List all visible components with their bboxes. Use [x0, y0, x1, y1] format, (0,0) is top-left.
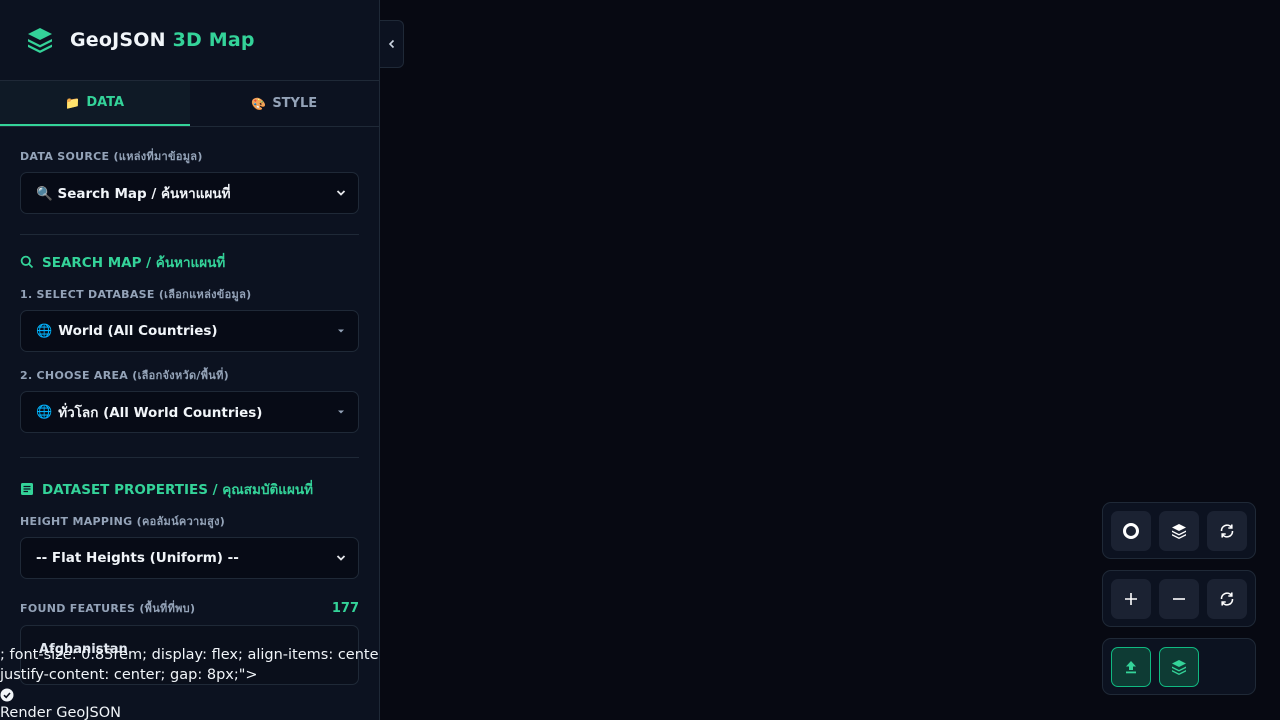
layers-icon — [1172, 523, 1186, 539]
dataset-section-title: DATASET PROPERTIES / คุณสมบัติแผนที่ — [20, 478, 359, 500]
palette-icon: 🎨 — [251, 96, 267, 111]
sidebar: GeoJSON 3D Map 📁 DATA 🎨 STYLE DATA SOURC… — [0, 0, 380, 720]
found-features-label: FOUND FEATURES (พื้นที่ที่พบ) — [20, 602, 196, 615]
collapse-sidebar-button[interactable] — [380, 20, 404, 68]
data-panel: DATA SOURCE (แหล่งที่มาข้อมูล) 🔍 Search … — [0, 127, 379, 685]
search-section-title: SEARCH MAP / ค้นหาแผนที่ — [20, 251, 359, 273]
layers-icon — [1172, 659, 1186, 675]
view-controls — [1102, 502, 1256, 559]
zoom-controls — [1102, 570, 1256, 627]
globe-icon: 🌐 — [36, 404, 53, 420]
layers-logo-icon — [24, 24, 56, 56]
app-header: GeoJSON 3D Map — [0, 0, 379, 81]
database-select[interactable]: 🌐 World (All Countries) — [20, 310, 359, 352]
app-title: GeoJSON 3D Map — [70, 29, 255, 51]
area-label: 2. CHOOSE AREA (เลือกจังหวัด/พื้นที่) — [20, 369, 229, 382]
upload-button[interactable] — [1111, 646, 1151, 687]
minus-icon — [1173, 597, 1185, 600]
height-mapping-value: -- Flat Heights (Uniform) -- — [36, 550, 239, 566]
refresh-icon — [1220, 591, 1234, 606]
tab-style-label: STYLE — [272, 96, 318, 111]
search-icon — [20, 255, 34, 269]
tab-style[interactable]: 🎨 STYLE — [190, 81, 380, 126]
app-title-accent: 3D Map — [172, 29, 255, 51]
tab-data[interactable]: 📁 DATA — [0, 81, 190, 126]
dataset-section-title-text: DATASET PROPERTIES / คุณสมบัติแผนที่ — [42, 482, 314, 498]
data-source-select[interactable]: 🔍 Search Map / ค้นหาแผนที่ — [20, 172, 359, 214]
leaked-style-text: ; font-size: 0.85rem; display: flex; ali… — [0, 647, 380, 663]
rotate-button[interactable] — [1207, 510, 1247, 551]
chevron-down-icon — [336, 190, 346, 196]
zoom-in-button[interactable] — [1111, 578, 1151, 619]
circle-icon — [1123, 522, 1139, 539]
area-select[interactable]: 🌐 ทั่วโลก (All World Countries) — [20, 391, 359, 433]
database-value: World (All Countries) — [58, 323, 218, 339]
globe-view-button[interactable] — [1111, 510, 1151, 551]
reset-view-button[interactable] — [1207, 578, 1247, 619]
folder-icon: 📁 — [65, 95, 81, 110]
render-button-label: Render GeoJSON — [0, 705, 121, 720]
zoom-out-button[interactable] — [1159, 578, 1199, 619]
caret-down-icon — [338, 329, 344, 333]
chevron-down-icon — [336, 555, 346, 561]
app-title-main: GeoJSON — [70, 29, 166, 51]
check-circle-icon — [0, 685, 379, 703]
height-mapping-label: HEIGHT MAPPING (คอลัมน์ความสูง) — [20, 515, 226, 528]
height-mapping-select[interactable]: -- Flat Heights (Uniform) -- — [20, 537, 359, 579]
found-features-count: 177 — [331, 600, 359, 616]
tab-data-label: DATA — [86, 95, 125, 110]
data-source-value: 🔍 Search Map / ค้นหาแผนที่ — [36, 186, 231, 202]
upload-icon — [1126, 660, 1136, 673]
data-source-label: DATA SOURCE (แหล่งที่มาข้อมูล) — [20, 150, 203, 163]
list-box-icon — [21, 483, 33, 495]
sync-icon — [1220, 523, 1234, 538]
layers-button[interactable] — [1159, 510, 1199, 551]
tab-bar: 📁 DATA 🎨 STYLE — [0, 81, 379, 127]
caret-down-icon — [338, 410, 344, 414]
found-features-row: FOUND FEATURES (พื้นที่ที่พบ) 177 — [20, 599, 359, 617]
database-label: 1. SELECT DATABASE (เลือกแหล่งข้อมูล) — [20, 288, 252, 301]
divider — [20, 457, 359, 458]
area-value: ทั่วโลก (All World Countries) — [58, 405, 263, 421]
chevron-left-icon — [388, 39, 394, 49]
file-controls — [1102, 638, 1256, 695]
layers-toggle-button[interactable] — [1159, 646, 1199, 687]
leaked-style-text: justify-content: center; gap: 8px;"> — [0, 667, 258, 683]
render-button-broken[interactable]: ; font-size: 0.85rem; display: flex; ali… — [0, 645, 380, 720]
plus-icon — [1125, 592, 1137, 605]
globe-icon: 🌐 — [36, 323, 53, 339]
search-section-title-text: SEARCH MAP / ค้นหาแผนที่ — [42, 255, 226, 271]
divider — [20, 234, 359, 235]
